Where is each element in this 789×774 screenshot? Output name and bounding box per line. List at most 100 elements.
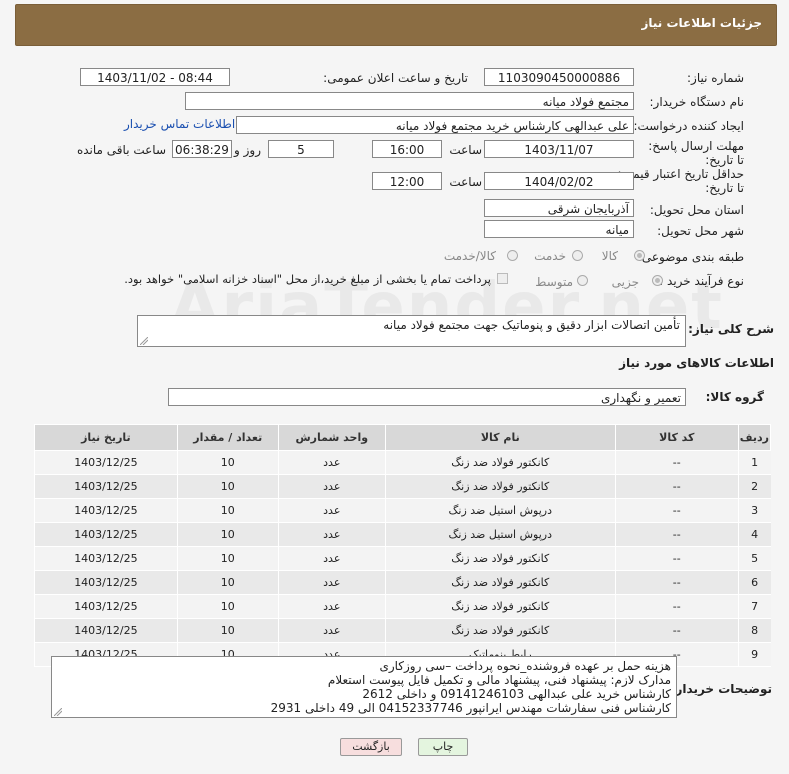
table-row: 6 -- کانکتور فولاد ضد زنگ عدد 10 1403/12/25 (34, 570, 771, 595)
table-row: 5 -- کانکتور فولاد ضد زنگ عدد 10 1403/12/25 (34, 546, 771, 571)
reply-time-field: 16:00 (372, 140, 442, 158)
buyer-field: مجتمع فولاد میانه (185, 92, 634, 110)
col-unit: واحد شمارش (277, 424, 386, 451)
buyer-label: نام دستگاه خریدار: (649, 95, 745, 109)
col-date: تاریخ نیاز (34, 424, 178, 451)
resize-grip-icon[interactable] (54, 708, 62, 716)
note-line: هزینه حمل بر عهده فروشنده_نحوه پرداخت –س… (379, 659, 671, 673)
table-row: 4 -- درپوش استیل ضد زنگ عدد 10 1403/12/25 (34, 522, 771, 547)
city-field: میانه (484, 220, 634, 238)
cell-code: -- (614, 450, 739, 475)
category-radio-service[interactable] (572, 250, 583, 261)
page-title: جزئیات اطلاعات نیاز (641, 16, 762, 30)
need-number-label: شماره نیاز: (687, 71, 744, 85)
process-label: نوع فرآیند خرید : (659, 274, 744, 288)
buyer-contact-link[interactable]: اطلاعات تماس خریدار (124, 117, 235, 131)
cell-unit: عدد (277, 570, 386, 595)
cell-unit: عدد (277, 618, 386, 643)
reply-date-field: 1403/11/07 (484, 140, 634, 158)
cell-row: 9 (737, 642, 771, 667)
cell-code: -- (614, 546, 739, 571)
col-row: ردیف (737, 424, 772, 451)
table-row: 1 -- کانکتور فولاد ضد زنگ عدد 10 1403/12/25 (34, 450, 771, 475)
goods-section-title: اطلاعات کالاهای مورد نیاز (619, 356, 774, 370)
cell-date: 1403/12/25 (34, 594, 178, 619)
category-option-goods: کالا (601, 249, 618, 263)
cell-qty: 10 (176, 498, 279, 523)
days-label: روز و (234, 143, 261, 157)
process-option-medium: متوسط (535, 275, 573, 289)
category-radio-goods-service[interactable] (507, 250, 518, 261)
col-code: کد کالا (614, 424, 739, 451)
category-radio-goods[interactable] (634, 250, 645, 261)
cell-name: کانکتور فولاد ضد زنگ (384, 474, 616, 499)
process-radio-medium[interactable] (577, 275, 588, 286)
note-line: کارشناس خرید علی عبدالهی 09141246103 و د… (362, 687, 671, 701)
cell-qty: 10 (176, 474, 279, 499)
table-row: 3 -- درپوش استیل ضد زنگ عدد 10 1403/12/25 (34, 498, 771, 523)
description-text: تأمین اتصالات ابزار دقیق و پنوماتیک جهت … (383, 318, 680, 332)
description-label: شرح کلی نیاز: (688, 322, 774, 336)
category-label: طبقه بندی موضوعی: (637, 250, 744, 264)
cell-date: 1403/12/25 (34, 522, 178, 547)
remaining-label: ساعت باقی مانده (76, 143, 166, 157)
cell-name: کانکتور فولاد ضد زنگ (384, 594, 616, 619)
cell-unit: عدد (277, 522, 386, 547)
need-number-field: 1103090450000886 (484, 68, 634, 86)
cell-code: -- (614, 522, 739, 547)
cell-code: -- (614, 570, 739, 595)
treasury-text: پرداخت تمام یا بخشی از مبلغ خرید،از محل … (124, 272, 491, 286)
cell-row: 7 (737, 594, 771, 619)
col-qty: تعداد / مقدار (176, 424, 279, 451)
cell-row: 6 (737, 570, 771, 595)
remaining-time-field: 06:38:29 (172, 140, 232, 158)
category-option-service: خدمت (534, 249, 566, 263)
back-button[interactable]: بازگشت (340, 738, 402, 756)
cell-name: درپوش استیل ضد زنگ (384, 498, 616, 523)
cell-row: 4 (737, 522, 771, 547)
goods-group-field: تعمیر و نگهداری (168, 388, 686, 406)
cell-date: 1403/12/25 (34, 474, 178, 499)
announce-label: تاریخ و ساعت اعلان عمومی: (323, 71, 468, 85)
cell-code: -- (614, 594, 739, 619)
validity-time-field: 12:00 (372, 172, 442, 190)
goods-table: ردیف کد کالا نام کالا واحد شمارش تعداد /… (34, 424, 772, 667)
cell-date: 1403/12/25 (34, 618, 178, 643)
table-row: 8 -- کانکتور فولاد ضد زنگ عدد 10 1403/12/25 (34, 618, 771, 643)
validity-date-field: 1404/02/02 (484, 172, 634, 190)
treasury-checkbox[interactable] (497, 273, 508, 284)
table-header-row: ردیف کد کالا نام کالا واحد شمارش تعداد /… (34, 424, 772, 451)
cell-date: 1403/12/25 (34, 546, 178, 571)
cell-row: 3 (737, 498, 771, 523)
cell-name: کانکتور فولاد ضد زنگ (384, 618, 616, 643)
table-row: 2 -- کانکتور فولاد ضد زنگ عدد 10 1403/12/25 (34, 474, 771, 499)
creator-label: ایجاد کننده درخواست: (633, 119, 744, 133)
description-field: تأمین اتصالات ابزار دقیق و پنوماتیک جهت … (137, 315, 686, 347)
city-label: شهر محل تحویل: (657, 224, 744, 238)
category-option-goods-service: کالا/خدمت (443, 249, 496, 263)
days-field: 5 (268, 140, 334, 158)
province-label: استان محل تحویل: (649, 203, 744, 217)
cell-unit: عدد (277, 594, 386, 619)
announce-field: 1403/11/02 - 08:44 (80, 68, 230, 86)
validity-time-label: ساعت (449, 175, 482, 189)
cell-qty: 10 (176, 618, 279, 643)
process-radio-minor[interactable] (652, 275, 663, 286)
cell-name: کانکتور فولاد ضد زنگ (384, 450, 616, 475)
cell-code: -- (614, 618, 739, 643)
print-button[interactable]: چاپ (418, 738, 468, 756)
cell-date: 1403/12/25 (34, 498, 178, 523)
cell-name: کانکتور فولاد ضد زنگ (384, 570, 616, 595)
cell-unit: عدد (277, 546, 386, 571)
cell-name: درپوش استیل ضد زنگ (384, 522, 616, 547)
cell-unit: عدد (277, 450, 386, 475)
process-option-minor: جزیی (611, 275, 639, 289)
cell-row: 8 (737, 618, 771, 643)
col-name: نام کالا (384, 424, 616, 451)
reply-deadline-label: مهلت ارسال پاسخ: تا تاریخ: (648, 139, 744, 167)
cell-qty: 10 (176, 594, 279, 619)
resize-grip-icon[interactable] (140, 337, 148, 345)
province-field: آذربایجان شرقی (484, 199, 634, 217)
cell-qty: 10 (176, 522, 279, 547)
buyer-notes-label: توضیحات خریدار: (670, 682, 772, 696)
